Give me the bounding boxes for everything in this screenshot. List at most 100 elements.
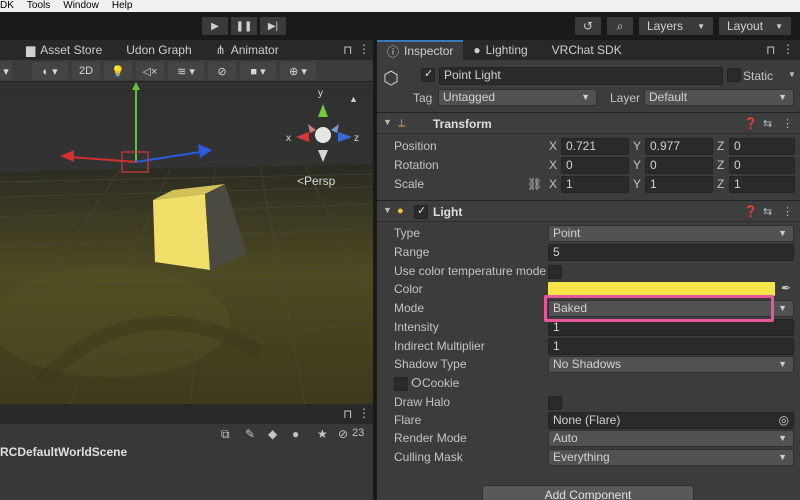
- tag-dropdown[interactable]: Untagged ▼: [438, 89, 597, 106]
- more-menu-icon[interactable]: ⋮: [782, 117, 793, 130]
- tab-vrchat-sdk[interactable]: VRChat SDK: [538, 40, 632, 60]
- effects-dropdown[interactable]: ≋ ▾: [168, 62, 204, 80]
- scene-root-row[interactable]: RCDefaultWorldScene: [0, 444, 373, 460]
- scene-viewport[interactable]: y x z ▲ <Persp: [0, 82, 373, 404]
- lock-icon[interactable]: ⊓: [343, 43, 352, 57]
- add-component-button[interactable]: Add Component: [482, 485, 694, 500]
- shading-mode-dropdown[interactable]: ◐ ▾: [32, 62, 68, 80]
- gizmos-dropdown[interactable]: ⊕ ▾: [280, 62, 316, 80]
- gizmo-x-label: x: [286, 133, 291, 144]
- scale-y-field[interactable]: 1: [645, 176, 713, 193]
- rotation-row: Rotation X 0 Y 0 Z 0: [377, 156, 800, 175]
- lock-icon[interactable]: ▲: [349, 94, 358, 104]
- preset-icon[interactable]: ⇆: [763, 205, 772, 218]
- camera-dropdown[interactable]: ■ ▾: [240, 62, 276, 80]
- hidden-count-icon[interactable]: ⊘: [338, 427, 348, 441]
- tab-label: Udon Graph: [126, 43, 192, 57]
- cube-icon: ⬡: [383, 68, 399, 88]
- toggle-2d-button[interactable]: 2D: [72, 62, 100, 80]
- rotation-label: Rotation: [394, 158, 439, 172]
- tag-icon[interactable]: ◆: [268, 427, 277, 441]
- color-temp-checkbox[interactable]: [548, 265, 562, 279]
- object-name-field[interactable]: Point Light: [439, 67, 723, 85]
- range-field[interactable]: 5: [548, 244, 794, 261]
- mode-dropdown[interactable]: Baked ▼: [548, 300, 794, 317]
- tab-label: VRChat SDK: [551, 43, 622, 57]
- menu-help[interactable]: Help: [112, 0, 133, 12]
- culling-dropdown[interactable]: Everything ▼: [548, 449, 794, 466]
- layer-dropdown[interactable]: Default ▼: [644, 89, 794, 106]
- layout-dropdown[interactable]: Layout ▼: [718, 16, 792, 36]
- layer-value: Default: [649, 90, 688, 104]
- more-menu-icon[interactable]: ⋮: [782, 42, 794, 56]
- help-icon[interactable]: ❓: [744, 205, 758, 218]
- tab-udon-graph[interactable]: Udon Graph: [114, 43, 203, 57]
- static-checkbox[interactable]: [727, 68, 741, 82]
- audio-toggle[interactable]: ◁×: [136, 62, 164, 80]
- type-dropdown[interactable]: Point ▼: [548, 225, 794, 242]
- position-z-field[interactable]: 0: [729, 138, 795, 155]
- light-enabled-checkbox[interactable]: [414, 204, 428, 219]
- search-button[interactable]: ⌕: [606, 16, 634, 36]
- menu-tools[interactable]: Tools: [27, 0, 50, 12]
- scale-z-field[interactable]: 1: [729, 176, 795, 193]
- visibility-toggle[interactable]: ⊘: [208, 62, 236, 80]
- help-icon[interactable]: ❓: [744, 117, 758, 130]
- more-menu-icon[interactable]: ⋮: [358, 406, 370, 420]
- lock-icon[interactable]: ⊓: [343, 407, 352, 421]
- scene-search-icon[interactable]: ⧉: [221, 427, 230, 442]
- lightbulb-icon: 💡: [111, 65, 125, 78]
- menu-edit-sdk[interactable]: DK: [0, 0, 14, 12]
- position-y-field[interactable]: 0.977: [645, 138, 713, 155]
- chevron-down-icon: ▼: [581, 92, 590, 102]
- brush-icon[interactable]: ✎: [245, 427, 255, 441]
- shadow-dropdown[interactable]: No Shadows ▼: [548, 356, 794, 373]
- rotation-y-field[interactable]: 0: [645, 157, 713, 174]
- tab-inspector[interactable]: ⓘ Inspector: [377, 40, 464, 60]
- caret-down-icon: ▼: [383, 205, 392, 215]
- tab-asset-store[interactable]: ▆ Asset Store: [0, 43, 114, 57]
- light-header[interactable]: ▼ ● Light ❓ ⇆ ⋮: [377, 200, 800, 222]
- tag-label: Tag: [413, 91, 433, 105]
- cookie-checkbox[interactable]: [394, 377, 408, 391]
- color-temp-label: Use color temperature mode: [394, 264, 547, 278]
- culling-row: Culling Mask Everything ▼: [377, 448, 800, 467]
- preset-icon[interactable]: ⇆: [763, 117, 772, 130]
- pause-button[interactable]: ❚❚: [230, 16, 258, 36]
- render-mode-dropdown[interactable]: Auto ▼: [548, 430, 794, 447]
- indirect-field[interactable]: 1: [548, 338, 794, 355]
- tab-lighting[interactable]: ● Lighting: [463, 40, 537, 60]
- layers-dropdown[interactable]: Layers ▼: [638, 16, 714, 36]
- warning-icon[interactable]: ●: [292, 427, 299, 441]
- transform-icon: ⟂: [398, 117, 406, 129]
- z-axis-label: Z: [717, 177, 725, 191]
- play-button[interactable]: ▶: [201, 16, 229, 36]
- position-x-field[interactable]: 0.721: [561, 138, 629, 155]
- menu-window[interactable]: Window: [63, 0, 99, 12]
- lock-icon[interactable]: ⊓: [766, 43, 775, 57]
- transform-header[interactable]: ▼ ⟂ Transform ❓ ⇆ ⋮: [377, 112, 800, 134]
- history-button[interactable]: ↺: [574, 16, 602, 36]
- eyedropper-icon[interactable]: ✒: [781, 281, 791, 295]
- tab-animator[interactable]: ⋔ Animator: [204, 43, 291, 57]
- star-icon[interactable]: ★: [317, 427, 328, 441]
- flare-field[interactable]: None (Flare) ◎: [548, 412, 794, 429]
- halo-checkbox[interactable]: [548, 396, 562, 410]
- object-picker-icon[interactable]: ◎: [779, 413, 789, 428]
- more-menu-icon[interactable]: ⋮: [358, 42, 370, 56]
- chevron-down-icon[interactable]: ▼: [788, 70, 796, 79]
- color-label: Color: [394, 282, 423, 296]
- tool-dropdown[interactable]: ▾: [0, 62, 12, 80]
- more-menu-icon[interactable]: ⋮: [782, 205, 793, 218]
- object-active-checkbox[interactable]: [421, 67, 435, 82]
- lighting-toggle[interactable]: 💡: [104, 62, 132, 80]
- perspective-label[interactable]: <Persp: [297, 174, 335, 188]
- color-swatch[interactable]: [548, 282, 775, 296]
- step-button[interactable]: ▶|: [259, 16, 287, 36]
- intensity-field[interactable]: 1: [548, 319, 794, 336]
- scene-name: RCDefaultWorldScene: [0, 445, 128, 459]
- rotation-z-field[interactable]: 0: [729, 157, 795, 174]
- scale-x-field[interactable]: 1: [561, 176, 629, 193]
- link-icon[interactable]: ⛓: [527, 177, 542, 191]
- rotation-x-field[interactable]: 0: [561, 157, 629, 174]
